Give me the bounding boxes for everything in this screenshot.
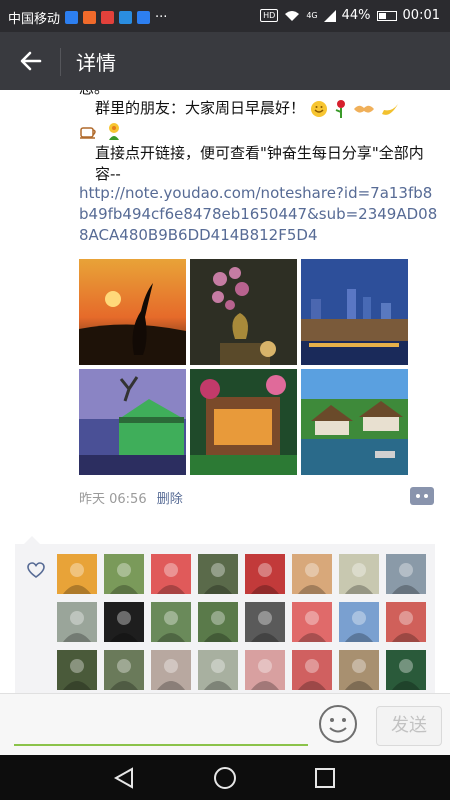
liker-avatar[interactable] xyxy=(245,554,285,594)
title-bar: 详情 xyxy=(0,32,450,90)
clock: 00:01 xyxy=(402,8,440,23)
banana-emoji-icon xyxy=(382,103,399,115)
liker-avatar[interactable] xyxy=(245,650,285,690)
rose-emoji-icon xyxy=(335,99,345,118)
liker-avatar[interactable] xyxy=(104,602,144,642)
liker-avatar[interactable] xyxy=(386,650,426,690)
network-type: 4G xyxy=(306,11,318,20)
liker-avatar[interactable] xyxy=(104,554,144,594)
smile-emoji-icon xyxy=(310,100,327,117)
notification-app-icon xyxy=(65,11,79,24)
photo-grid xyxy=(79,259,409,475)
liker-avatar[interactable] xyxy=(339,602,379,642)
carrier-name: 中国移动 xyxy=(8,12,61,27)
liker-avatar[interactable] xyxy=(57,554,97,594)
hd-badge: HD xyxy=(260,9,279,22)
nav-recents-icon[interactable] xyxy=(312,765,338,791)
delete-link[interactable]: 删除 xyxy=(157,492,183,507)
post-time: 昨天 06:56 xyxy=(79,492,147,507)
liker-avatar[interactable] xyxy=(292,602,332,642)
coffee-emoji-icon xyxy=(80,126,96,139)
photo-city-night[interactable] xyxy=(301,259,408,365)
page-title: 详情 xyxy=(76,51,116,75)
liker-avatar[interactable] xyxy=(386,602,426,642)
nav-home-icon[interactable] xyxy=(212,765,238,791)
likes-pointer xyxy=(24,536,40,544)
photo-sunset-crane[interactable] xyxy=(79,259,186,365)
post-emoji-line xyxy=(79,120,439,144)
liker-avatar[interactable] xyxy=(104,650,144,690)
moment-detail: 息。 群里的朋友：大家周日早晨好！ 直接点开链接，便可查看"钟奋生每日分享"全部… xyxy=(0,90,450,693)
flower-person-emoji-icon xyxy=(108,122,119,140)
battery-icon xyxy=(376,10,397,21)
notification-app-icon xyxy=(137,11,151,24)
nav-back-icon[interactable] xyxy=(112,765,138,791)
send-button[interactable]: 发送 xyxy=(376,706,442,746)
input-underline xyxy=(14,744,308,746)
liker-avatar[interactable] xyxy=(292,554,332,594)
notification-app-icon xyxy=(119,11,133,24)
likes-panel xyxy=(15,544,435,693)
photo-village-canal[interactable] xyxy=(301,369,408,475)
liker-avatar[interactable] xyxy=(386,554,426,594)
emoji-face-icon[interactable] xyxy=(318,704,358,744)
notification-app-icon xyxy=(101,11,115,24)
liker-avatar[interactable] xyxy=(151,650,191,690)
liker-avatar[interactable] xyxy=(339,650,379,690)
liker-avatar[interactable] xyxy=(292,650,332,690)
liker-avatar[interactable] xyxy=(339,554,379,594)
liker-avatar[interactable] xyxy=(151,554,191,594)
status-bar: 中国移动 ··· HD 4G 44% 00:01 xyxy=(0,0,450,32)
post-instruction: 直接点开链接，便可查看"钟奋生每日分享"全部内容-- xyxy=(79,143,439,185)
heart-icon xyxy=(27,562,45,578)
post-greeting: 群里的朋友：大家周日早晨好！ xyxy=(95,99,306,117)
signal-icon xyxy=(323,9,336,22)
post-meta: 昨天 06:56 删除 xyxy=(79,488,183,507)
photo-windmill-house[interactable] xyxy=(79,369,186,475)
back-arrow-icon[interactable] xyxy=(18,48,44,74)
post-greeting-line: 群里的朋友：大家周日早晨好！ xyxy=(79,98,439,119)
more-notifications: ··· xyxy=(155,10,168,25)
title-divider xyxy=(60,48,61,76)
liker-avatar[interactable] xyxy=(198,650,238,690)
comment-input[interactable] xyxy=(14,708,312,744)
comment-like-button[interactable] xyxy=(410,487,434,505)
notification-app-icon xyxy=(83,11,97,24)
battery-percent: 44% xyxy=(341,8,371,23)
comment-input-bar: 发送 xyxy=(0,693,450,756)
liker-avatar[interactable] xyxy=(198,554,238,594)
liker-avatar[interactable] xyxy=(245,602,285,642)
liker-avatar[interactable] xyxy=(57,650,97,690)
system-nav-bar xyxy=(0,755,450,800)
liker-avatar[interactable] xyxy=(57,602,97,642)
note-share-link[interactable]: http://note.youdao.com/noteshare?id=7a13… xyxy=(79,183,441,246)
liker-avatar[interactable] xyxy=(151,602,191,642)
liker-avatar[interactable] xyxy=(198,602,238,642)
post-instruction-text: 直接点开链接，便可查看"钟奋生每日分享"全部内容-- xyxy=(95,144,424,183)
handshake-emoji-icon xyxy=(354,105,375,113)
photo-orchid-vase[interactable] xyxy=(190,259,297,365)
photo-garden-patio[interactable] xyxy=(190,369,297,475)
wifi-icon xyxy=(285,10,300,21)
